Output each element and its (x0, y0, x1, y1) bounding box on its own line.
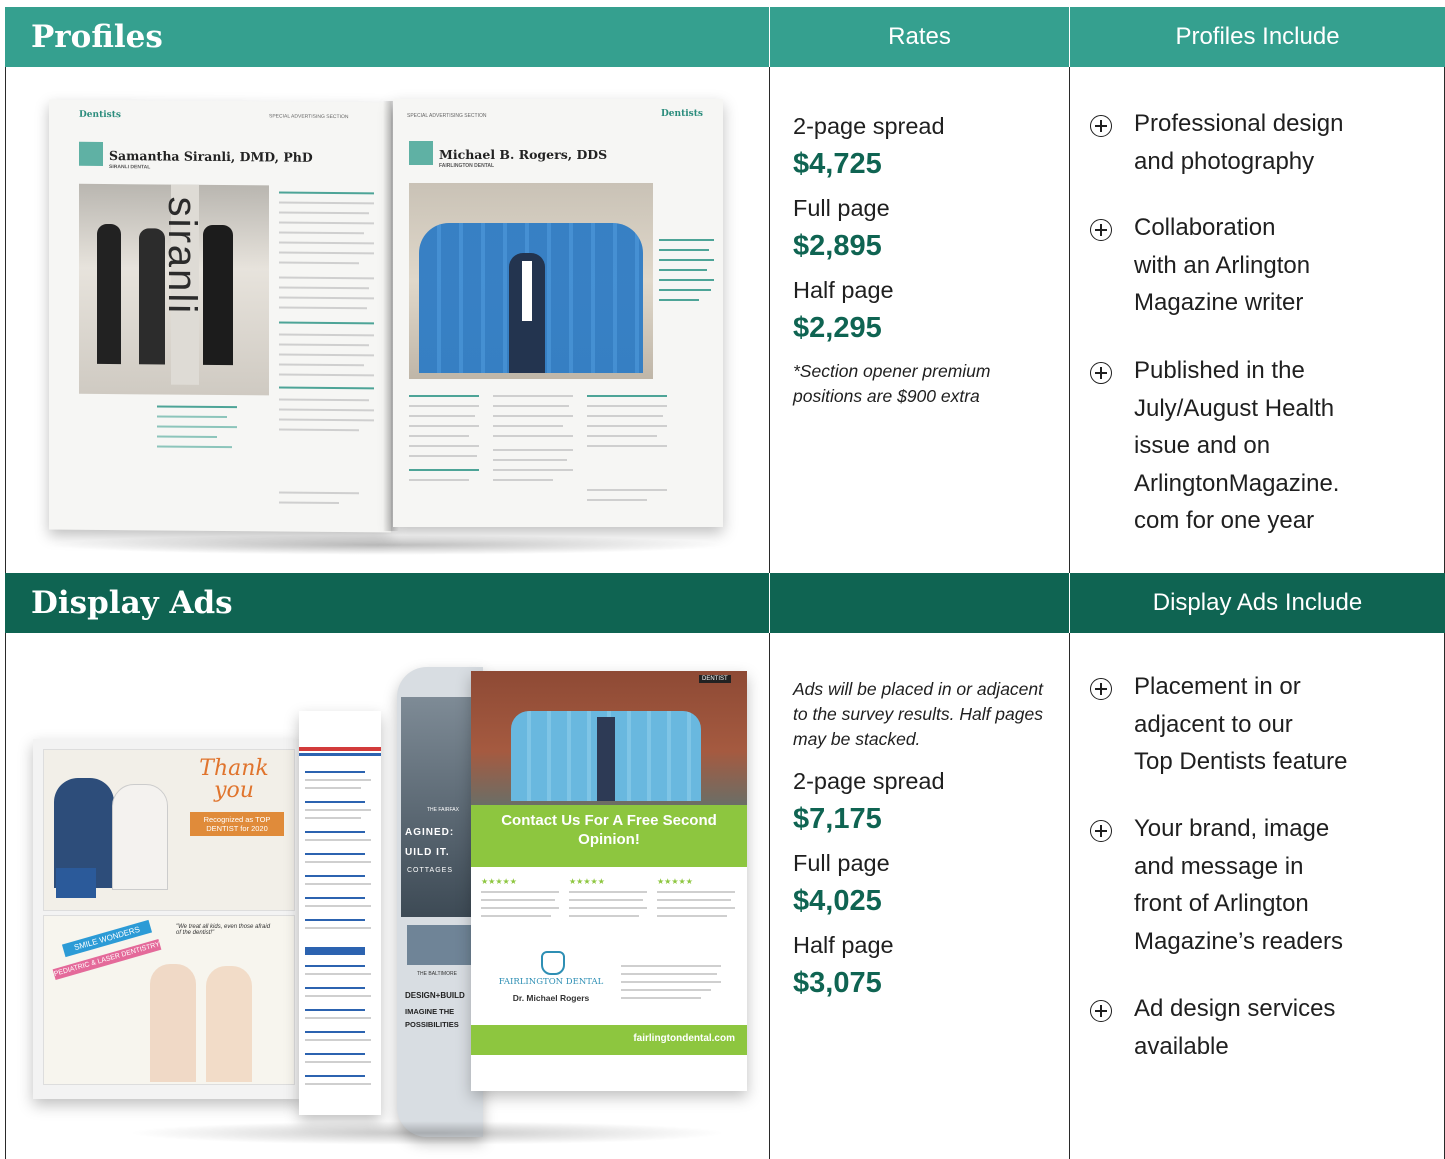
smile-wonders-ad: SMILE WONDERS PEDIATRIC & LASER DENTISTR… (43, 915, 295, 1085)
feature-text: Published in the July/August Health issu… (1134, 357, 1340, 534)
col-divider-1b (769, 633, 770, 1159)
col-divider-2b (1069, 633, 1070, 1159)
left-page: Dentists SPECIAL ADVERTISING SECTION Sam… (49, 99, 391, 533)
rate-price: $4,725 (793, 148, 882, 180)
feature-text: Placement in or adjacent to our Top Dent… (1134, 673, 1348, 775)
ad-right-page: DENTIST Contact Us For A Free Second Opi… (471, 671, 747, 1091)
col-divider-2 (1069, 67, 1070, 573)
ad-url: fairlingtondental.com (633, 1033, 735, 1044)
dentist-sign: DENTIST (699, 675, 731, 683)
contact-banner: Contact Us For A Free Second Opinion! (471, 805, 747, 867)
rate-price: $2,295 (793, 312, 882, 344)
left-special-label: SPECIAL ADVERTISING SECTION (269, 113, 349, 121)
left-border (5, 67, 6, 573)
right-page: SPECIAL ADVERTISING SECTION Dentists Mic… (393, 99, 723, 527)
feature-text: Your brand, image and message in front o… (1134, 815, 1344, 955)
profiles-include-label: Profiles Include (1175, 23, 1340, 50)
rate-label: 2-page spread (793, 113, 945, 139)
ined-text: AGINED: (405, 827, 455, 838)
rate-label: 2-page spread (793, 768, 945, 794)
plus-circle-icon (1090, 678, 1112, 700)
fairfax-text: THE FAIRFAX (427, 807, 459, 813)
plus-circle-icon (1090, 219, 1112, 241)
rate-card: Profiles Rates Profiles Include Display … (5, 7, 1445, 1159)
feature-item: Ad design services available (1090, 995, 1335, 1065)
left-section-label: Dentists (79, 109, 121, 121)
rate-label: Half page (793, 932, 894, 958)
left-border-2 (5, 633, 6, 1159)
rate-label: Full page (793, 850, 890, 876)
rate-price: $4,025 (793, 885, 882, 917)
display-rates: Ads will be placed in or adjacent to the… (793, 677, 1055, 1012)
display-rates-header (770, 573, 1069, 633)
ad-office-photo: DENTIST (471, 671, 747, 805)
placement-note: Ads will be placed in or adjacent to the… (793, 679, 1044, 749)
left-brand-vertical: siranli (160, 196, 204, 316)
rate-label: Half page (793, 277, 894, 303)
left-name: Samantha Siranli, DMD, PhD (109, 148, 313, 165)
plus-circle-icon (1090, 820, 1112, 842)
left-photo: siranli (79, 183, 269, 396)
right-special-label: SPECIAL ADVERTISING SECTION (407, 113, 487, 119)
feature-text: Collaboration with an Arlington Magazine… (1134, 214, 1311, 316)
feature-item: Your brand, image and message in front o… (1090, 815, 1343, 960)
display-magazine-image: Thank you Recognized as TOP DENTIST for … (27, 659, 747, 1154)
recognized-text: Recognized as TOP DENTIST for 2020 (190, 812, 284, 836)
display-include-label: Display Ads Include (1152, 589, 1363, 616)
section-opener-note: *Section opener premium positions are $9… (793, 361, 991, 406)
profiles-include-header: Profiles Include (1070, 7, 1445, 67)
feature-item: Professional design and photography (1090, 110, 1343, 180)
display-includes: Placement in or adjacent to our Top Dent… (1090, 673, 1440, 1094)
profiles-rates: 2-page spread $4,725 Full page $2,895 Ha… (793, 111, 1055, 409)
thank-you-ad: Thank you Recognized as TOP DENTIST for … (43, 749, 295, 911)
feature-item: Placement in or adjacent to our Top Dent… (1090, 673, 1347, 781)
baltimore-text: THE BALTIMORE (417, 971, 457, 977)
display-include-header: Display Ads Include (1070, 573, 1445, 633)
plus-circle-icon (1090, 115, 1112, 137)
design-build-text: DESIGN+BUILD (405, 991, 465, 1000)
rates-header: Rates (770, 7, 1069, 67)
ad-doctor-name: Dr. Michael Rogers (512, 993, 590, 1003)
right-section-label: Dentists (661, 109, 703, 119)
contact-text: Contact Us For A Free Second Opinion! (501, 812, 717, 848)
rate-price: $7,175 (793, 803, 882, 835)
rate-price: $2,895 (793, 230, 882, 262)
plus-circle-icon (1090, 362, 1112, 384)
ad-left-page: Thank you Recognized as TOP DENTIST for … (33, 739, 303, 1099)
quote-text: "We treat all kids, even those afraid of… (176, 924, 271, 936)
rates-header-label: Rates (888, 23, 951, 50)
profiles-includes: Professional design and photography Coll… (1090, 110, 1440, 561)
col-divider-1 (769, 67, 770, 573)
profiles-magazine-image: Dentists SPECIAL ADVERTISING SECTION Sam… (27, 95, 747, 565)
rate-price: $3,075 (793, 967, 882, 999)
right-name: Michael B. Rogers, DDS (439, 147, 608, 162)
ad-practice-name: FAIRLINGTON DENTAL (498, 977, 604, 987)
thank-you-text: Thank you (199, 756, 269, 803)
imagine-text: IMAGINE THE POSSIBILITIES (405, 1007, 459, 1029)
feature-item: Collaboration with an Arlington Magazine… (1090, 214, 1310, 322)
feature-text: Ad design services available (1134, 995, 1336, 1060)
profiles-title: Profiles (31, 19, 163, 55)
feature-item: Published in the July/August Health issu… (1090, 357, 1339, 540)
left-practice: SIRANLI DENTAL (109, 164, 151, 171)
cottages-text: COTTAGES (407, 867, 453, 874)
right-practice: FAIRLINGTON DENTAL (439, 163, 495, 169)
display-ads-title: Display Ads (31, 585, 233, 621)
ad-directory-page (299, 711, 381, 1115)
display-ads-header: Display Ads (5, 573, 769, 633)
tooth-logo-icon (541, 951, 565, 975)
profiles-header: Profiles (5, 7, 769, 67)
plus-circle-icon (1090, 1000, 1112, 1022)
right-photo (409, 183, 653, 379)
feature-text: Professional design and photography (1134, 110, 1344, 175)
build-text: UILD IT. (405, 847, 450, 858)
rate-label: Full page (793, 195, 890, 221)
